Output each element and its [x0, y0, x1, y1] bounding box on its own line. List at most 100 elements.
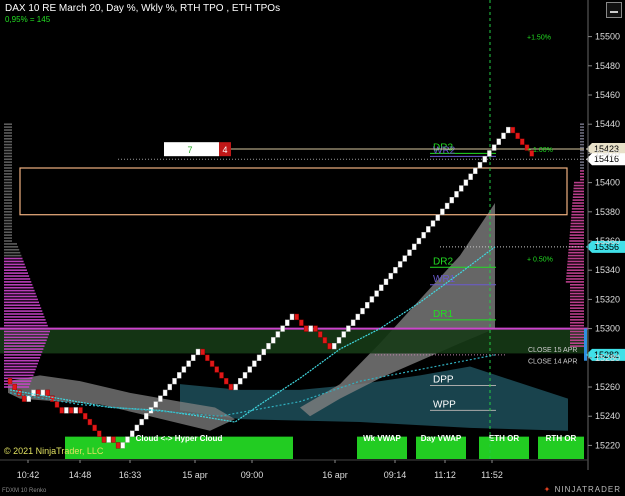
right-tpo-bar	[571, 213, 584, 216]
right-tpo-bar	[566, 278, 584, 280]
price-tick-label: 15500	[595, 32, 620, 42]
green-box-label: Cloud <-> Hyper Cloud	[136, 434, 223, 443]
level-label-dr2: DR2	[433, 256, 453, 267]
renko-bar	[515, 132, 520, 140]
left-tpo-bar	[4, 222, 12, 225]
left-tpo-bar	[4, 213, 12, 216]
right-tpo-bar	[580, 164, 584, 166]
chart-canvas[interactable]: Cloud <-> Hyper Cloud Wk VWAP Day VWAP ETH …	[0, 0, 625, 496]
left-tpo-bar	[4, 357, 41, 359]
left-tpo-bar	[4, 237, 12, 239]
renko-bar	[176, 372, 182, 379]
right-tpo-bar	[570, 330, 584, 333]
renko-bar	[12, 383, 17, 391]
right-tpo-bar	[570, 333, 584, 336]
left-tpo-bar	[4, 284, 33, 286]
renko-bar	[355, 313, 360, 321]
right-tpo-bar	[580, 178, 584, 181]
left-tpo-bar	[4, 170, 12, 172]
renko-bar	[482, 156, 487, 163]
right-tpo-bar	[572, 199, 584, 201]
left-tpo-bar	[4, 319, 46, 321]
right-tpo-bar	[580, 155, 584, 158]
renko-bar	[125, 436, 130, 443]
left-tpo-bar	[4, 225, 12, 228]
price-tick-label: 15360	[595, 236, 620, 246]
left-tpo-bar	[4, 336, 48, 339]
time-tick-label: 11:12	[434, 470, 456, 480]
renko-bar	[275, 331, 281, 338]
price-tick-label: 15260	[595, 382, 620, 392]
left-tpo-bar	[4, 342, 46, 344]
renko-bar	[440, 208, 445, 215]
left-tpo-bar	[4, 216, 12, 219]
close-label: CLOSE 14 APR	[528, 359, 577, 366]
renko-bar	[487, 150, 492, 157]
renko-bar	[271, 337, 276, 344]
volume-marker	[584, 328, 587, 361]
right-tpo-bar	[572, 196, 584, 198]
renko-bar	[172, 378, 177, 385]
renko-bar	[68, 407, 74, 414]
renko-bar	[92, 424, 97, 431]
value-area-band	[0, 328, 588, 354]
renko-bar	[327, 343, 332, 350]
renko-bar	[454, 191, 459, 198]
left-tpo-bar	[4, 321, 47, 324]
right-tpo-bar	[570, 342, 584, 344]
right-tpo-bar	[572, 205, 584, 207]
renko-bar	[473, 167, 478, 175]
renko-bar	[45, 389, 50, 396]
percent-label: + 0.50%	[527, 257, 553, 264]
renko-bar	[350, 319, 356, 326]
left-tpo-bar	[4, 181, 12, 184]
left-tpo-bar	[4, 286, 34, 289]
left-tpo-bar	[4, 248, 20, 251]
left-tpo-bar	[4, 298, 38, 301]
price-tick-label: 15280	[595, 353, 620, 363]
right-tpo-bar	[567, 263, 584, 266]
left-tpo-bar	[4, 219, 12, 222]
tpo-down-count: 4	[222, 145, 227, 155]
level-label-dpp: DPP	[433, 375, 454, 386]
left-tpo-bar	[4, 359, 39, 362]
chart-subtitle: 0,95% = 145	[5, 15, 51, 24]
left-tpo-bar	[4, 289, 35, 292]
left-tpo-bar	[4, 260, 24, 263]
renko-bar	[313, 325, 318, 332]
right-tpo-bar	[570, 307, 584, 309]
renko-bar	[397, 261, 403, 268]
renko-bar	[233, 383, 238, 391]
left-tpo-bar	[4, 158, 12, 161]
left-tpo-bar	[4, 202, 12, 204]
renko-bar	[430, 220, 436, 227]
close-label: CLOSE 15 APR	[528, 347, 577, 354]
right-tpo-bar	[580, 146, 584, 149]
price-tick-label: 15340	[595, 265, 620, 275]
left-tpo-bar	[4, 167, 12, 169]
renko-bar	[463, 179, 469, 186]
right-tpo-bar	[567, 266, 584, 269]
right-tpo-bar	[580, 173, 584, 175]
renko-bar	[78, 407, 83, 414]
minimize-icon[interactable]	[606, 2, 622, 18]
level-label-wr2: WR2	[433, 145, 456, 156]
left-tpo-bar	[4, 152, 12, 155]
time-tick-label: 16 apr	[322, 470, 348, 480]
renko-bar	[106, 436, 111, 443]
left-tpo-bar	[4, 231, 12, 234]
renko-bar	[191, 354, 196, 361]
right-tpo-bar	[571, 211, 584, 213]
right-tpo-bar	[572, 202, 584, 204]
price-tick-label: 15300	[595, 324, 620, 334]
left-tpo-bar	[4, 190, 12, 193]
left-tpo-bar	[4, 295, 37, 298]
renko-bar	[59, 407, 64, 414]
left-tpo-bar	[4, 339, 47, 342]
left-tpo-bar	[4, 164, 12, 166]
renko-bar	[393, 267, 398, 274]
left-tpo-bar	[4, 140, 12, 143]
time-tick-label: 15 apr	[182, 470, 208, 480]
renko-bar	[435, 214, 440, 221]
left-tpo-bar	[4, 123, 12, 125]
